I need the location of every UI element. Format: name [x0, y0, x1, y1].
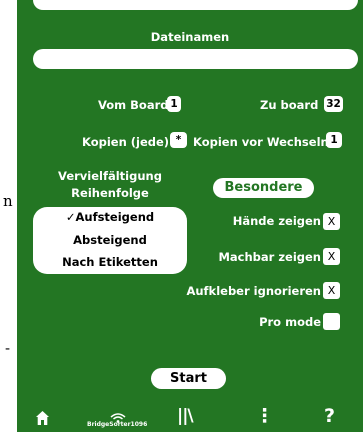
settings-panel: Dateinamen Vom Board 1 Zu board 32 Kopie… [17, 0, 363, 432]
copies-each-label: Kopien (jede) [82, 135, 170, 149]
duplication-title-line2: Reihenfolge [71, 186, 149, 200]
order-option-descending[interactable]: Absteigend [33, 233, 187, 247]
to-board-field[interactable]: 32 [324, 96, 343, 112]
copies-before-change-field[interactable]: 1 [326, 132, 342, 148]
order-option-ascending[interactable]: ✓Aufsteigend [33, 210, 187, 224]
show-hands-checkbox[interactable]: X [323, 213, 340, 230]
show-hands-label: Hände zeigen [232, 214, 321, 228]
device-name-label: BridgeSorter1096 [87, 421, 148, 428]
help-icon[interactable]: ? [324, 405, 335, 427]
top-input-bar[interactable] [33, 0, 358, 10]
ignore-stickers-label: Aufkleber ignorieren [186, 284, 321, 298]
start-button[interactable]: Start [151, 368, 226, 389]
pro-mode-checkbox[interactable] [323, 313, 340, 330]
pro-mode-label: Pro mode [259, 315, 321, 329]
copies-each-field[interactable]: * [170, 132, 187, 148]
show-makeable-checkbox[interactable]: X [323, 248, 340, 265]
filename-label: Dateinamen [150, 30, 230, 44]
from-board-field[interactable]: 1 [167, 96, 181, 112]
duplication-title-line1: Vervielfältigung [58, 169, 162, 183]
background-text-dash: - [5, 339, 11, 357]
to-board-label: Zu board [260, 98, 319, 112]
filename-input[interactable] [33, 49, 358, 69]
ignore-stickers-checkbox[interactable]: X [323, 282, 340, 299]
show-makeable-label: Machbar zeigen [218, 250, 321, 264]
from-board-label: Vom Board [98, 98, 169, 112]
copies-before-change-label: Kopien vor Wechseln [193, 135, 329, 149]
home-icon[interactable] [35, 410, 50, 430]
order-option-by-label[interactable]: Nach Etiketten [33, 255, 187, 269]
special-button[interactable]: Besondere [213, 178, 314, 198]
background-text-n: n [3, 192, 13, 210]
bottom-nav: BridgeSorter1096 ||\ ⋮ ? [17, 400, 363, 432]
duplication-order-list: ✓Aufsteigend Absteigend Nach Etiketten [33, 207, 187, 274]
more-options-icon[interactable]: ⋮ [255, 405, 274, 427]
library-icon[interactable]: ||\ [177, 406, 194, 426]
